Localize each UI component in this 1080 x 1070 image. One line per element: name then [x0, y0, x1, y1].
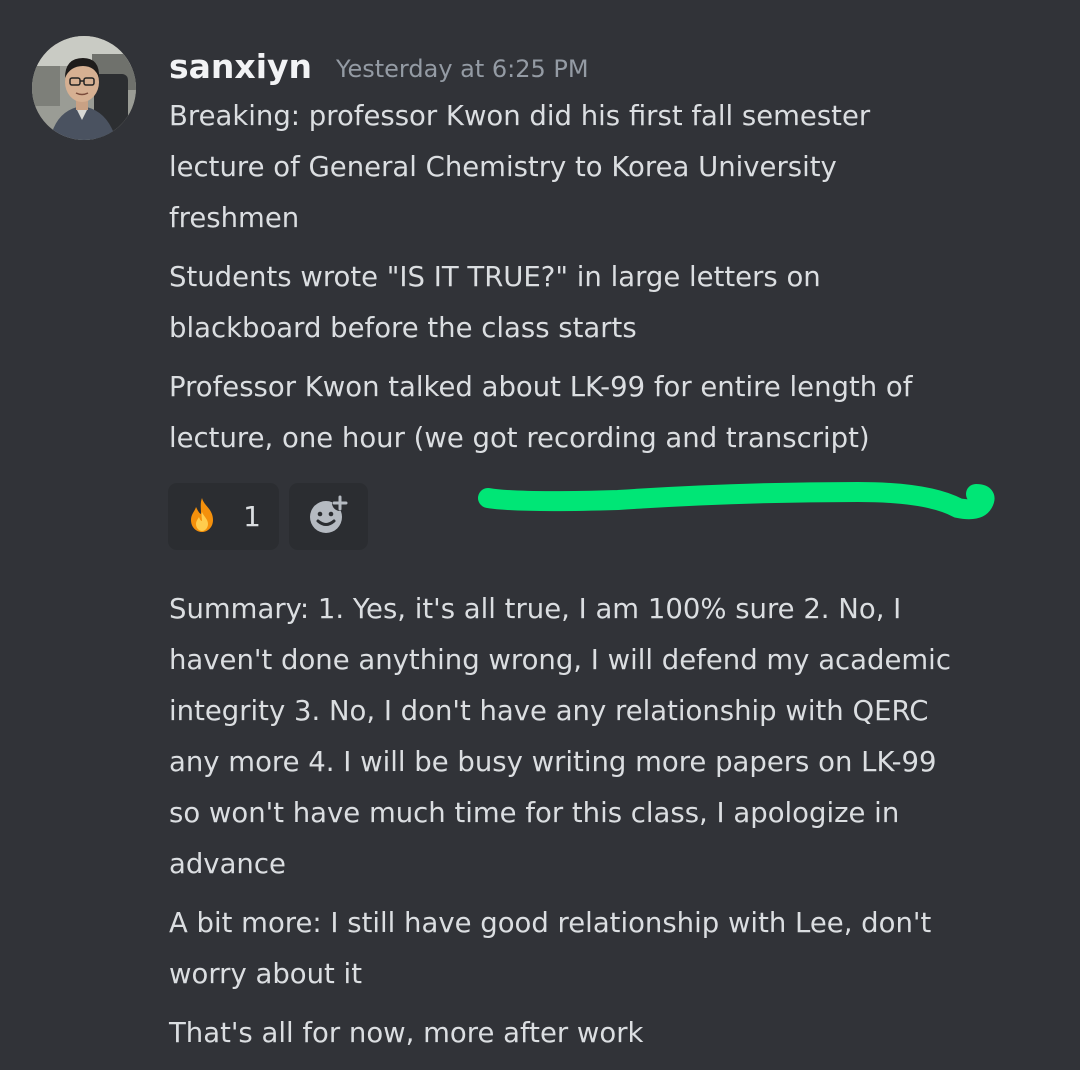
message-line: haven't done anything wrong, I will defe… — [169, 644, 951, 676]
message-line: Professor Kwon talked about LK-99 for en… — [169, 371, 913, 403]
green-highlight-stroke — [478, 482, 995, 520]
message-header: sanxiyn Yesterday at 6:25 PM — [169, 40, 589, 92]
message-line: Students wrote "IS IT TRUE?" in large le… — [169, 261, 821, 293]
message-line: lecture, one hour (we got recording and … — [169, 422, 870, 454]
reaction-count: 1 — [243, 500, 261, 533]
add-reaction-icon — [307, 493, 351, 541]
message-line: That's all for now, more after work — [169, 1017, 644, 1049]
reactions-bar: 1 — [168, 483, 368, 550]
message-line: integrity 3. No, I don't have any relati… — [169, 695, 929, 727]
chat-message: sanxiyn Yesterday at 6:25 PM Breaking: p… — [0, 0, 1080, 1070]
timestamp[interactable]: Yesterday at 6:25 PM — [336, 55, 589, 83]
message-line: advance — [169, 848, 286, 880]
message-line: lecture of General Chemistry to Korea Un… — [169, 151, 837, 183]
message-line: any more 4. I will be busy writing more … — [169, 746, 937, 778]
message-line: blackboard before the class starts — [169, 312, 637, 344]
message-line: freshmen — [169, 202, 300, 234]
message-line: Breaking: professor Kwon did his first f… — [169, 100, 871, 132]
message-line: so won't have much time for this class, … — [169, 797, 900, 829]
message-line: Summary: 1. Yes, it's all true, I am 100… — [169, 593, 902, 625]
message-line: A bit more: I still have good relationsh… — [169, 907, 932, 939]
username[interactable]: sanxiyn — [169, 47, 312, 86]
reaction-fire[interactable]: 1 — [168, 483, 279, 550]
message-line: worry about it — [169, 958, 362, 990]
add-reaction-button[interactable] — [289, 483, 368, 550]
fire-icon — [182, 495, 222, 539]
avatar[interactable] — [32, 36, 136, 140]
